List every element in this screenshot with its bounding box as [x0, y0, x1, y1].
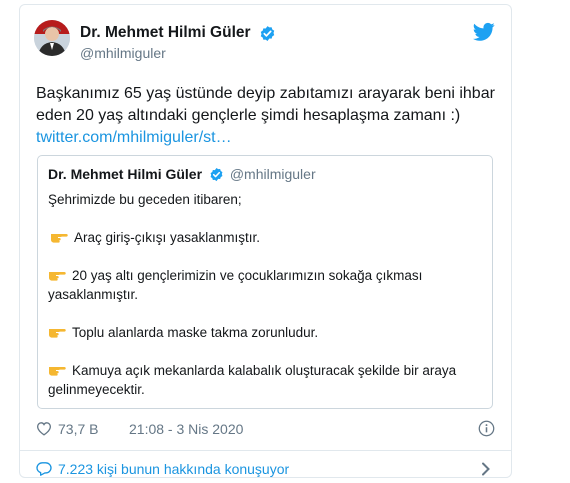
display-name[interactable]: Dr. Mehmet Hilmi Güler [80, 24, 251, 42]
chevron-right-icon[interactable] [481, 462, 491, 476]
info-icon[interactable] [478, 420, 495, 437]
handle[interactable]: @mhilmiguler [80, 45, 276, 61]
quoted-display-name[interactable]: Dr. Mehmet Hilmi Güler [48, 166, 202, 182]
pointing-hand-emoji [49, 272, 66, 281]
verified-badge-icon [210, 167, 223, 182]
pointing-hand-emoji [49, 367, 66, 376]
conversation-text[interactable]: 7.223 kişi bunun hakkında konuşuyor [58, 461, 289, 477]
list-item: Araç giriş-çıkışı yasaklanmıştır. [48, 228, 484, 247]
list-item-text: Araç giriş-çıkışı yasaklanmıştır. [74, 230, 261, 245]
list-item: 20 yaş altı gençlerimizin ve çocuklarımı… [48, 266, 484, 304]
pointing-hand-emoji [51, 234, 68, 243]
pointing-hand-emoji [49, 329, 66, 338]
tweet-header: Dr. Mehmet Hilmi Güler @mhilmiguler [34, 18, 497, 68]
embedded-tweet-card: Dr. Mehmet Hilmi Güler @mhilmiguler Başk… [19, 4, 512, 478]
verified-badge-icon [260, 25, 275, 41]
quoted-tweet-header: Dr. Mehmet Hilmi Güler @mhilmiguler [48, 166, 316, 182]
timestamp[interactable]: 21:08 - 3 Nis 2020 [129, 421, 243, 437]
quoted-tweet[interactable]: Dr. Mehmet Hilmi Güler @mhilmiguler Şehr… [37, 155, 493, 409]
footer-divider [20, 450, 511, 451]
comment-bubble-icon [36, 462, 52, 476]
tweet-footer: 73,7 B 21:08 - 3 Nis 2020 [36, 419, 495, 441]
tweet-text: Başkanımız 65 yaş üstünde deyip zabıtamı… [36, 83, 496, 149]
tweet-body: Başkanımız 65 yaş üstünde deyip zabıtamı… [36, 85, 495, 124]
list-item: Kamuya açık mekanlarda kalabalık oluştur… [48, 361, 484, 399]
quoted-tweet-body: Şehrimizde bu geceden itibaren; Araç gir… [48, 190, 484, 399]
conversation-link[interactable]: 7.223 kişi bunun hakkında konuşuyor [36, 460, 495, 477]
list-item: Toplu alanlarda maske takma zorunludur. [48, 323, 484, 342]
twitter-bird-icon[interactable] [473, 22, 495, 42]
like-count[interactable]: 73,7 B [58, 421, 98, 437]
tweet-link[interactable]: twitter.com/mhilmiguler/st… [36, 129, 232, 146]
heart-icon[interactable] [36, 421, 52, 436]
quoted-handle[interactable]: @mhilmiguler [230, 166, 316, 182]
list-item-text: 20 yaş altı gençlerimizin ve çocuklarımı… [48, 268, 423, 302]
avatar[interactable] [34, 20, 70, 56]
tweet-author[interactable]: Dr. Mehmet Hilmi Güler @mhilmiguler [80, 24, 276, 61]
list-item-text: Kamuya açık mekanlarda kalabalık oluştur… [48, 363, 457, 397]
quoted-intro: Şehrimizde bu geceden itibaren; [48, 192, 242, 207]
list-item-text: Toplu alanlarda maske takma zorunludur. [72, 325, 319, 340]
